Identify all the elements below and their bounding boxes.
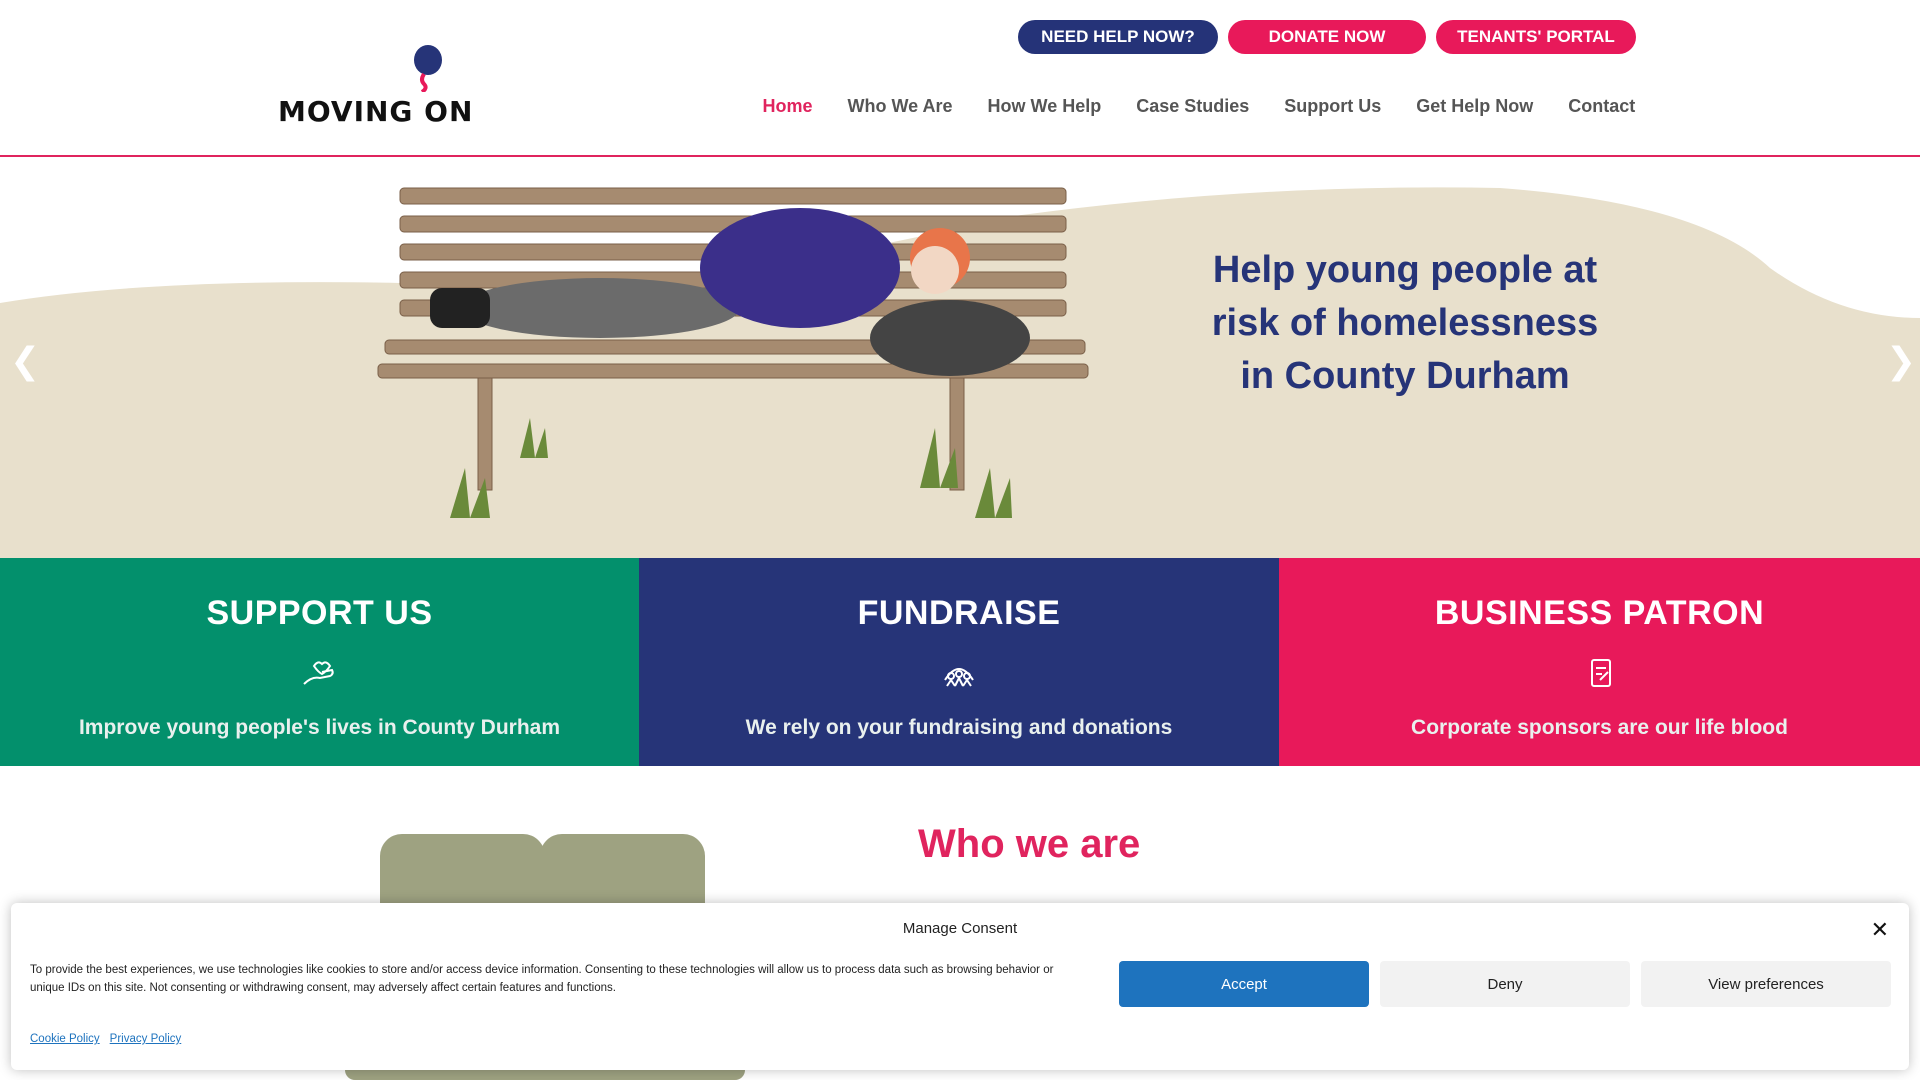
logo-text: MOVING ON: [278, 95, 474, 128]
accept-button[interactable]: Accept: [1119, 961, 1369, 1007]
consent-links: Cookie Policy Privacy Policy: [30, 1033, 181, 1045]
privacy-policy-link[interactable]: Privacy Policy: [110, 1033, 182, 1045]
site-header: MOVING ON NEED HELP NOW? DONATE NOW TENA…: [0, 0, 1920, 157]
nav-item-how-we-help[interactable]: How We Help: [970, 96, 1119, 117]
nav-item-support-us[interactable]: Support Us: [1267, 96, 1399, 117]
hand-heart-icon: [302, 661, 334, 685]
tenants-portal-button[interactable]: TENANTS' PORTAL: [1436, 20, 1636, 54]
view-preferences-button[interactable]: View preferences: [1641, 961, 1891, 1007]
consent-title: Manage Consent: [902, 920, 1018, 937]
hero-line-1: Help young people at: [1212, 249, 1598, 291]
hero-line-2: risk of homelessness: [1211, 302, 1599, 344]
balloon-icon: [414, 45, 442, 92]
card-subtitle: We rely on your fundraising and donation…: [745, 716, 1173, 739]
card-title: SUPPORT US: [206, 594, 433, 632]
chevron-left-icon[interactable]: ❮: [10, 340, 40, 382]
hero-line-3: in County Durham: [1240, 355, 1570, 397]
nav-item-contact[interactable]: Contact: [1551, 96, 1653, 117]
nav-item-home[interactable]: Home: [745, 96, 830, 117]
business-patron-card[interactable]: BUSINESS PATRON Corporate sponsors are o…: [1279, 558, 1920, 766]
who-we-are-title: Who we are: [918, 822, 1141, 866]
nav-item-case-studies[interactable]: Case Studies: [1119, 96, 1267, 117]
card-title: FUNDRAISE: [857, 594, 1061, 632]
hero-slider: Help young people at risk of homelessnes…: [0, 158, 1920, 558]
hero-headline: Help young people at risk of homelessnes…: [1175, 244, 1635, 403]
close-icon[interactable]: ✕: [1871, 917, 1889, 943]
nav-item-get-help-now[interactable]: Get Help Now: [1399, 96, 1551, 117]
main-nav: Home Who We Are How We Help Case Studies…: [745, 96, 1653, 117]
card-title: BUSINESS PATRON: [1434, 594, 1765, 632]
chevron-right-icon[interactable]: ❯: [1886, 340, 1916, 382]
consent-text: To provide the best experiences, we use …: [30, 964, 1054, 994]
site-logo[interactable]: MOVING ON: [278, 44, 472, 128]
nav-item-who-we-are[interactable]: Who We Are: [830, 96, 970, 117]
top-buttons: NEED HELP NOW? DONATE NOW TENANTS' PORTA…: [1018, 20, 1636, 54]
certificate-icon: [1590, 659, 1611, 687]
donate-button[interactable]: DONATE NOW: [1228, 20, 1426, 54]
feature-cards: SUPPORT US Improve young people's lives …: [0, 558, 1920, 766]
cookie-consent-banner: Manage Consent ✕ To provide the best exp…: [11, 903, 1909, 1070]
group-people-icon: [944, 668, 974, 687]
fundraise-card[interactable]: FUNDRAISE We rely on your fundraising an…: [639, 558, 1279, 766]
card-subtitle: Corporate sponsors are our life blood: [1411, 716, 1788, 739]
card-subtitle: Improve young people's lives in County D…: [78, 716, 561, 739]
need-help-button[interactable]: NEED HELP NOW?: [1018, 20, 1218, 54]
deny-button[interactable]: Deny: [1380, 961, 1630, 1007]
cookie-policy-link[interactable]: Cookie Policy: [30, 1033, 100, 1045]
support-us-card[interactable]: SUPPORT US Improve young people's lives …: [0, 558, 639, 766]
